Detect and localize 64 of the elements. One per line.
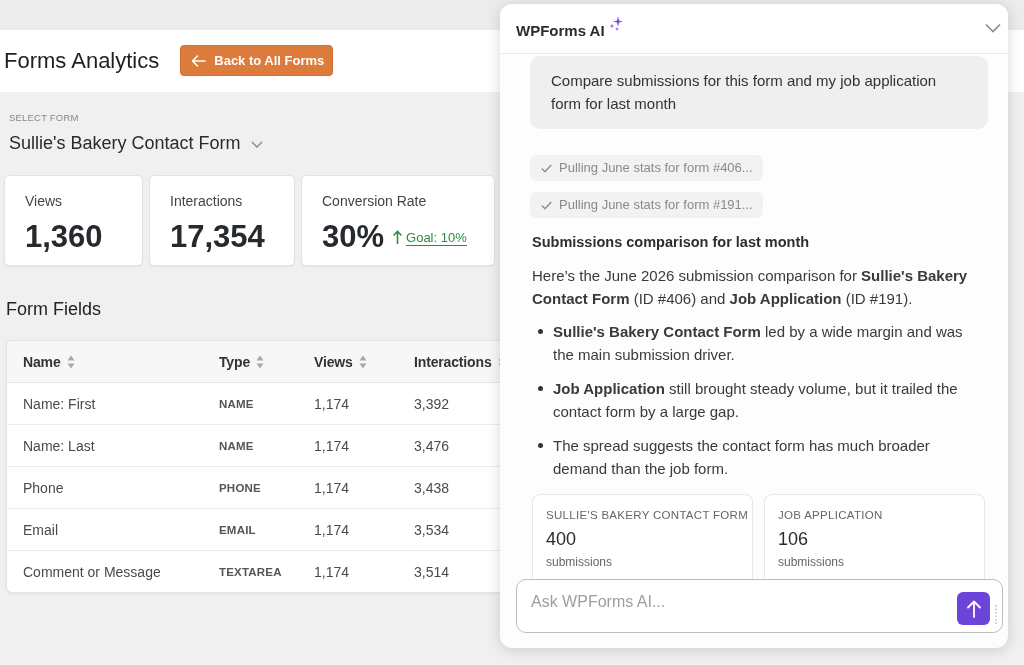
chat-input[interactable]: Ask WPForms AI... (516, 579, 1003, 633)
stat-label: Views (25, 192, 63, 210)
bullet-text: Sullie's Bakery Contact Form led by a wide margin and was the main submission driver. (553, 322, 964, 365)
page-title: Forms Analytics (4, 47, 160, 75)
card-value: 106 (778, 528, 809, 550)
reply-heading: Submissions comparison for last month (532, 233, 810, 252)
column-header[interactable]: Name (23, 352, 61, 371)
bullet-text: The spread suggests the contact form has much broader demand than the job form. (553, 436, 931, 479)
column-header[interactable]: Views (314, 352, 353, 371)
arrow-left-icon (191, 54, 207, 67)
stat-value: 17,354 (170, 219, 265, 255)
stat-label: Conversion Rate (322, 192, 427, 210)
bullet-icon (538, 329, 543, 334)
table-cell: Email (23, 520, 58, 539)
bullet-icon (538, 443, 543, 448)
stat-value: 30% (322, 219, 385, 255)
table-cell-text: EMAIL (219, 522, 256, 538)
status-text: Pulling June stats for form #191... (559, 197, 753, 213)
sparkle-icon (608, 15, 623, 31)
table-cell: 1,174 (314, 478, 350, 497)
card-unit: submissions (778, 554, 845, 570)
table-cell-text: PHONE (219, 480, 261, 496)
arrow-up-icon (966, 599, 981, 618)
card-label: JOB APPLICATION (778, 508, 883, 523)
panel-title: WPForms AI (516, 22, 605, 40)
card-label: SULLIE'S BAKERY CONTACT FORM (546, 508, 749, 523)
column-header[interactable]: Interactions (414, 352, 492, 371)
bullet-icon (538, 386, 543, 391)
table-cell-text: NAME (219, 396, 254, 412)
table-cell: 1,174 (314, 436, 350, 455)
chevron-down-icon[interactable] (985, 23, 1001, 33)
table-cell: Phone (23, 478, 64, 497)
chevron-down-icon (250, 141, 263, 148)
table-cell: 3,476 (414, 436, 450, 455)
table-cell: 1,174 (314, 520, 350, 539)
user-message: Compare submissions for this form and my job application form for last month (530, 56, 988, 129)
table-cell: 3,534 (414, 520, 450, 539)
section-title: Form Fields (6, 298, 101, 321)
table-cell: 3,392 (414, 394, 450, 413)
table-cell: 1,174 (314, 394, 350, 413)
card-value: 400 (546, 528, 577, 550)
send-button[interactable] (957, 592, 990, 625)
table-cell-text: NAME (219, 438, 254, 454)
table-cell: 3,438 (414, 478, 450, 497)
field-label: SELECT FORM (9, 112, 79, 124)
sort-icon[interactable] (358, 354, 367, 369)
table-cell: 1,174 (314, 562, 350, 581)
column-header[interactable]: Type (219, 352, 251, 371)
form-dropdown[interactable]: Sullie's Bakery Contact Form (4, 132, 263, 154)
table-cell: Name: First (23, 394, 96, 413)
table-cell: 3,514 (414, 562, 450, 581)
stat-label: Interactions (170, 192, 243, 210)
arrow-up-icon (393, 230, 403, 244)
reply-paragraph: Here’s the June 2026 submission comparison for Sullie's Bakery Contact Form (ID #406) and Job Application (ID #191). (532, 266, 969, 309)
table-cell: Name: Last (23, 436, 95, 455)
sort-icon[interactable] (256, 354, 265, 369)
table-cell-text: TEXTAREA (219, 564, 282, 580)
bullet-text: Job Application still brought steady volume, but it trailed the contact form by a large gap. (553, 379, 959, 422)
sort-icon[interactable] (66, 354, 75, 369)
status-text: Pulling June stats for form #406... (559, 160, 753, 176)
table-cell: Comment or Message (23, 562, 161, 581)
card-unit: submissions (546, 554, 613, 570)
stat-value: 1,360 (25, 219, 103, 255)
goal-link[interactable]: Goal: 10% (406, 230, 467, 246)
